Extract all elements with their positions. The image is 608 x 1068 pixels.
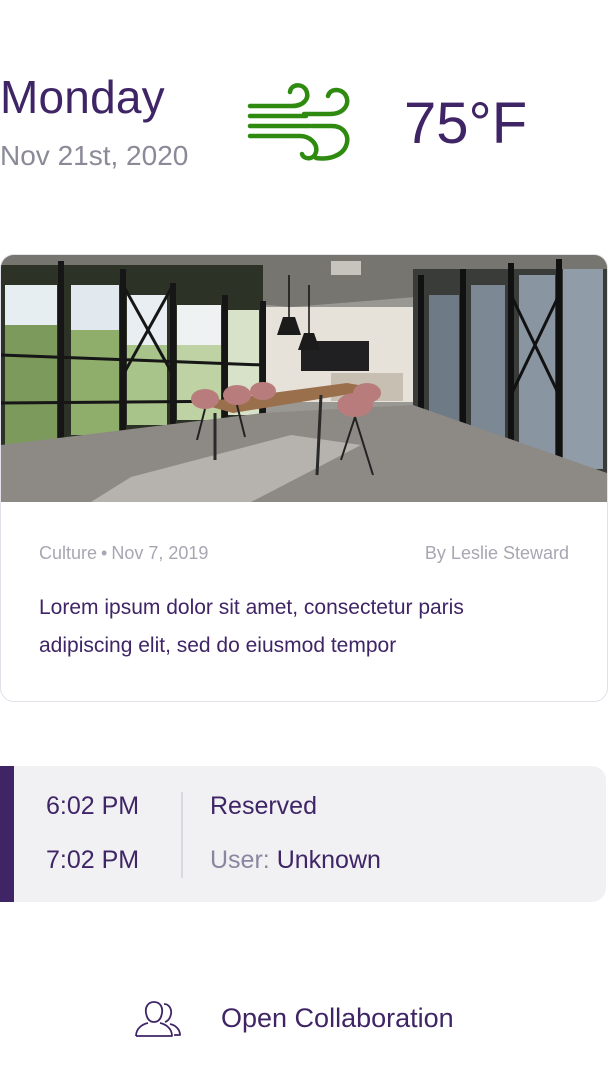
- full-date: Nov 21st, 2020: [0, 140, 189, 171]
- booking-divider: [181, 792, 183, 878]
- home-screen: Monday Nov 21st, 2020 75°F Culture • Nov…: [0, 0, 608, 1068]
- booking-start-time: 6:02 PM: [46, 792, 140, 820]
- article-author: By Leslie Steward: [424, 543, 569, 563]
- booking-end-time: 7:02 PM: [46, 846, 140, 874]
- article-date: Nov 7, 2019: [111, 543, 209, 563]
- wind-icon: [247, 83, 350, 161]
- booking-card[interactable]: 6:02 PM 7:02 PM Reserved User: Unknown: [0, 766, 606, 902]
- meta-separator: •: [101, 543, 108, 563]
- open-collaboration-button[interactable]: Open Collaboration: [134, 996, 454, 1040]
- article-meta: Culture • Nov 7, 2019: [39, 543, 208, 564]
- day-name: Monday: [0, 71, 165, 123]
- article-card[interactable]: Culture • Nov 7, 2019 By Leslie Steward Lo…: [0, 254, 608, 702]
- conference-room-photo: [1, 255, 607, 502]
- booking-user: User: Unknown: [210, 846, 381, 875]
- temperature: 75°F: [404, 91, 528, 156]
- open-collaboration-label: Open Collaboration: [221, 1002, 454, 1033]
- article-excerpt: Lorem ipsum dolor sit amet, consectetur …: [39, 596, 464, 657]
- article-category: Culture: [39, 543, 98, 563]
- booking-user-label: User:: [210, 846, 270, 874]
- booking-user-value: Unknown: [276, 846, 381, 874]
- booking-status: Reserved: [210, 792, 317, 820]
- booking-accent-bar: [0, 766, 14, 902]
- users-icon: [135, 1001, 181, 1037]
